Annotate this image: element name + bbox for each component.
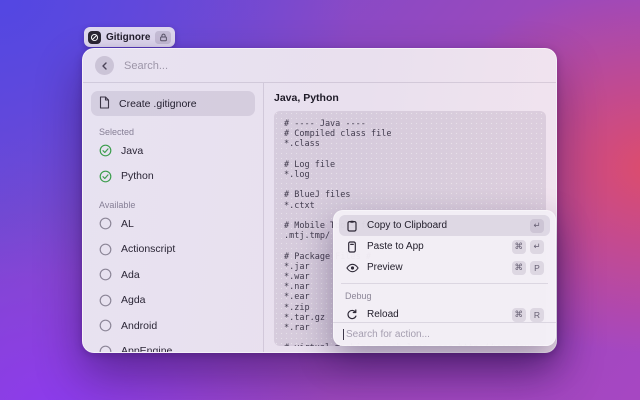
menu-item-label: Reload xyxy=(367,309,399,320)
sidebar-item-appengine[interactable]: AppEngine xyxy=(91,339,255,353)
section-header-selected: Selected xyxy=(99,127,247,137)
search-input[interactable]: Search... xyxy=(124,60,168,72)
sidebar-item-android[interactable]: Android xyxy=(91,313,255,339)
menu-item-preview[interactable]: Preview ⌘ P xyxy=(339,257,550,278)
sidebar-item-label: Agda xyxy=(121,294,146,306)
paste-app-icon xyxy=(345,241,359,253)
back-button[interactable] xyxy=(95,56,114,75)
menu-divider xyxy=(341,283,548,284)
sidebar-item-ada[interactable]: Ada xyxy=(91,262,255,288)
menu-item-reload[interactable]: Reload ⌘ R xyxy=(339,304,550,322)
sidebar: Create .gitignore Selected Java Python A… xyxy=(83,83,264,352)
sidebar-item-agda[interactable]: Agda xyxy=(91,288,255,314)
action-menu-items: Copy to Clipboard ↵ Paste to App ⌘ ↵ Pre… xyxy=(333,210,556,322)
document-icon xyxy=(99,96,110,112)
sidebar-item-python[interactable]: Python xyxy=(91,164,255,190)
detail-title: Java, Python xyxy=(274,92,546,104)
sidebar-item-label: Java xyxy=(121,145,143,157)
check-circle-icon xyxy=(99,144,112,157)
section-header-available: Available xyxy=(99,200,247,210)
sidebar-item-label: Python xyxy=(121,170,154,182)
sidebar-item-label: Actionscript xyxy=(121,243,175,255)
menu-section-debug: Debug xyxy=(339,289,550,304)
lock-icon xyxy=(155,31,171,44)
empty-circle-icon xyxy=(99,345,112,352)
sidebar-item-label: Create .gitignore xyxy=(119,98,197,110)
shortcut-keys: ⌘ ↵ xyxy=(512,240,545,254)
empty-circle-icon xyxy=(99,243,112,256)
key-return: ↵ xyxy=(530,219,544,233)
launcher-pill-label: Gitignore xyxy=(106,32,150,43)
action-search-bar: Search for action... xyxy=(333,322,556,346)
clipboard-icon xyxy=(345,220,359,232)
shortcut-keys: ⌘ P xyxy=(512,261,545,275)
key-p: P xyxy=(530,261,544,275)
key-return: ↵ xyxy=(530,240,544,254)
menu-item-label: Paste to App xyxy=(367,241,424,252)
gitignore-app-icon xyxy=(88,31,101,44)
key-cmd: ⌘ xyxy=(512,261,527,275)
empty-circle-icon xyxy=(99,294,112,307)
menu-item-copy-to-clipboard[interactable]: Copy to Clipboard ↵ xyxy=(339,215,550,236)
shortcut-keys: ↵ xyxy=(530,219,544,233)
eye-icon xyxy=(345,263,359,273)
key-cmd: ⌘ xyxy=(512,240,527,254)
chevron-left-icon xyxy=(101,62,109,70)
menu-item-label: Copy to Clipboard xyxy=(367,220,447,231)
menu-item-paste-to-app[interactable]: Paste to App ⌘ ↵ xyxy=(339,236,550,257)
sidebar-item-al[interactable]: AL xyxy=(91,211,255,237)
sidebar-item-label: Ada xyxy=(121,269,140,281)
search-bar: Search... xyxy=(83,49,556,83)
launcher-pill[interactable]: Gitignore xyxy=(84,27,175,47)
check-circle-icon xyxy=(99,170,112,183)
reload-icon xyxy=(345,309,359,321)
shortcut-keys: ⌘ R xyxy=(512,308,545,322)
sidebar-item-label: AL xyxy=(121,218,134,230)
text-cursor xyxy=(343,329,344,340)
sidebar-item-java[interactable]: Java xyxy=(91,138,255,164)
empty-circle-icon xyxy=(99,319,112,332)
key-cmd: ⌘ xyxy=(512,308,527,322)
sidebar-item-label: AppEngine xyxy=(121,345,172,352)
sidebar-item-create-gitignore[interactable]: Create .gitignore xyxy=(91,91,255,116)
empty-circle-icon xyxy=(99,268,112,281)
menu-item-label: Preview xyxy=(367,262,403,273)
key-r: R xyxy=(530,308,544,322)
empty-circle-icon xyxy=(99,217,112,230)
action-search-input[interactable]: Search for action... xyxy=(346,329,430,340)
sidebar-item-actionscript[interactable]: Actionscript xyxy=(91,237,255,263)
action-menu: Copy to Clipboard ↵ Paste to App ⌘ ↵ Pre… xyxy=(333,210,556,346)
sidebar-item-label: Android xyxy=(121,320,157,332)
